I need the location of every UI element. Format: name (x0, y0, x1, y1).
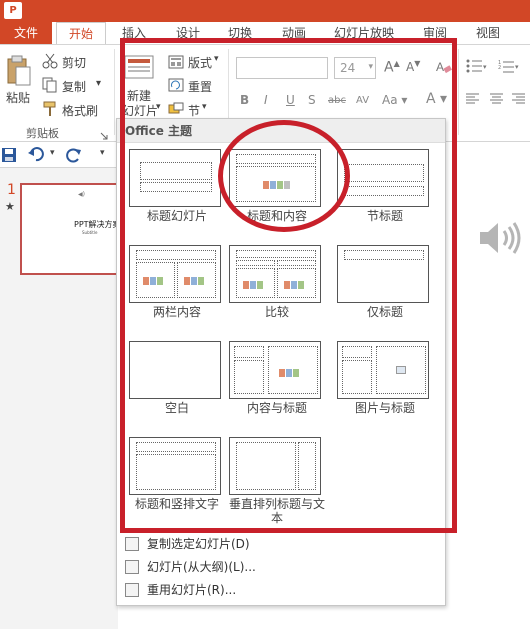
align-center-icon[interactable] (490, 93, 504, 108)
copy-dropdown-icon[interactable]: ▾ (96, 78, 101, 89)
speaker-icon[interactable] (476, 218, 524, 261)
menu-item-label: 重用幻灯片(R)... (147, 583, 237, 597)
paste-button[interactable]: 粘贴 (6, 89, 30, 106)
thumb-subtitle: Subtitle (82, 230, 98, 235)
svg-text:2: 2 (498, 65, 501, 71)
bullets-icon[interactable]: ▾ (466, 59, 488, 76)
customize-toolbar-icon[interactable]: ▾ (100, 148, 105, 158)
format-painter-icon (42, 101, 58, 120)
dialog-launcher-icon[interactable] (100, 129, 108, 143)
undo-dropdown-icon[interactable]: ▾ (50, 148, 55, 158)
duplicate-slides-icon (125, 537, 139, 551)
align-right-icon[interactable] (512, 93, 526, 108)
tab-view[interactable]: 视图 (476, 22, 500, 44)
tab-file[interactable]: 文件 (0, 22, 52, 44)
ribbon-separator (114, 49, 115, 135)
slide-thumbnail[interactable]: ◀) PPT解决方案 Subtitle (20, 183, 130, 275)
align-left-icon[interactable] (466, 93, 480, 108)
powerpoint-logo-icon: P (4, 2, 22, 19)
save-icon[interactable] (2, 148, 16, 165)
highlight-rectangle (120, 38, 457, 533)
thumb-audio-icon: ◀) (78, 191, 85, 198)
scissors-icon (42, 53, 58, 72)
menu-item-label: 幻灯片(从大纲)(L)... (147, 560, 256, 574)
title-bar: P (0, 0, 530, 22)
duplicate-slides-menu-item[interactable]: 复制选定幻灯片(D) (121, 533, 441, 555)
reuse-slides-icon (125, 583, 139, 597)
svg-text:▾: ▾ (515, 63, 519, 71)
copy-icon (42, 77, 58, 96)
format-painter-button[interactable]: 格式刷 (62, 102, 98, 119)
ribbon-separator (458, 49, 459, 135)
paste-icon[interactable] (6, 55, 32, 90)
menu-item-label: 复制选定幻灯片(D) (147, 537, 250, 551)
numbering-icon[interactable]: 1 2 ▾ (498, 59, 522, 76)
slide-number: 1 (7, 182, 16, 198)
quick-access-toolbar: ▾ ▾ (0, 142, 118, 168)
tab-home[interactable]: 开始 (56, 22, 106, 44)
cut-button[interactable]: 剪切 (62, 54, 86, 71)
copy-button[interactable]: 复制 (62, 78, 86, 95)
slides-from-outline-icon (125, 560, 139, 574)
animation-star-icon: ★ (5, 200, 15, 213)
svg-text:▾: ▾ (483, 63, 487, 71)
reuse-slides-menu-item[interactable]: 重用幻灯片(R)... (121, 579, 441, 601)
slides-from-outline-menu-item[interactable]: 幻灯片(从大纲)(L)... (121, 556, 441, 578)
thumb-title: PPT解决方案 (74, 220, 121, 229)
clipboard-group-label: 剪贴板 (26, 127, 59, 140)
redo-icon[interactable] (66, 147, 82, 166)
highlight-circle (218, 120, 350, 232)
undo-icon[interactable] (28, 147, 48, 166)
